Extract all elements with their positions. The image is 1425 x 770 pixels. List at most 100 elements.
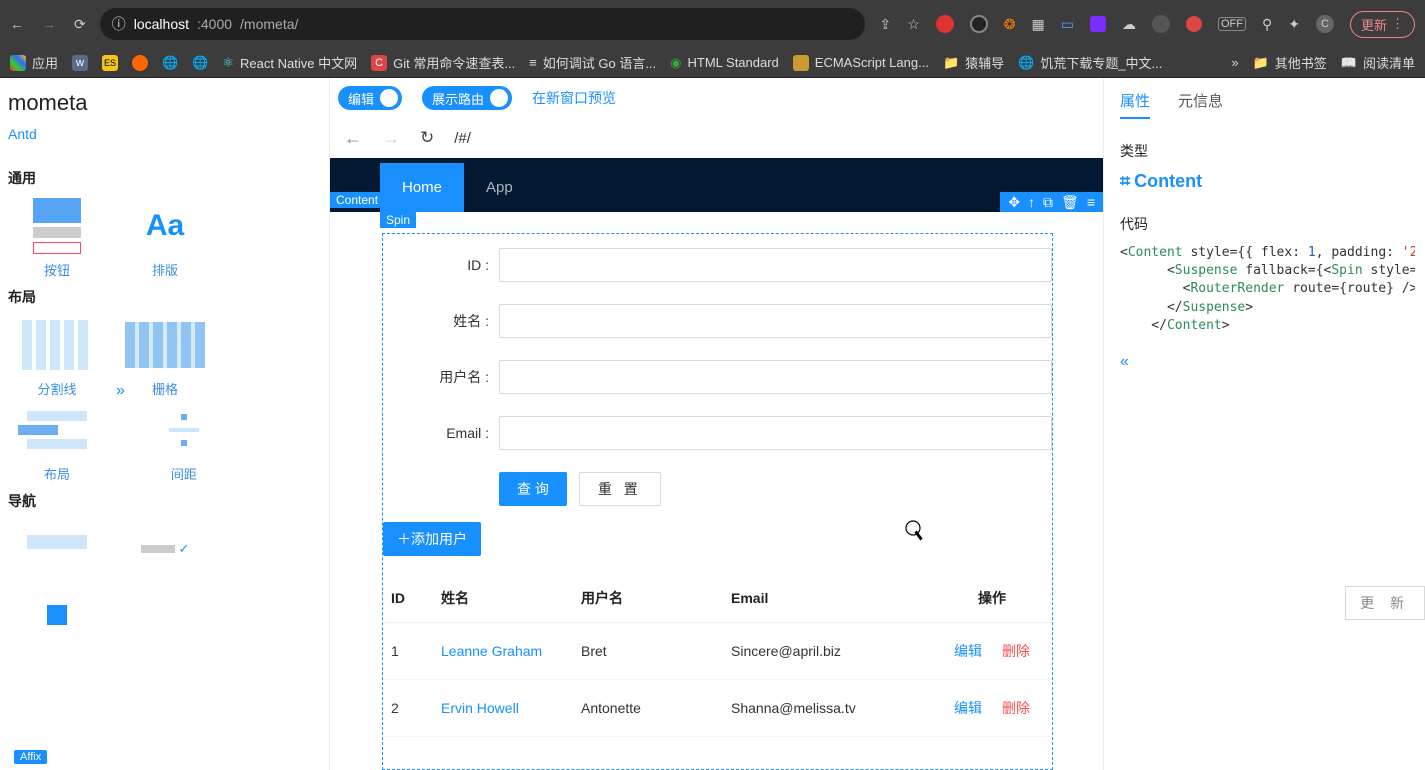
ext-icon-10[interactable]: OFF	[1218, 17, 1246, 31]
overlay-menu-icon[interactable]: ≡	[1087, 195, 1095, 209]
ext-icon-5[interactable]: ▭	[1061, 16, 1074, 33]
ext-icon-1[interactable]	[936, 15, 954, 33]
bookmarks-bar: 应用 w ES 🌐 🌐 ⚛React Native 中文网 CGit 常用命令速…	[0, 48, 1425, 78]
bm-globe1[interactable]: 🌐	[162, 55, 178, 71]
palette-typography[interactable]: Aa 排版	[116, 198, 214, 279]
ext-icon-9[interactable]	[1186, 16, 1202, 32]
mini-url[interactable]: /#/	[454, 130, 471, 147]
cell-name-link[interactable]: Ervin Howell	[441, 700, 519, 716]
row-delete-link[interactable]: 删除	[1002, 643, 1030, 659]
inspector-tab-meta[interactable]: 元信息	[1178, 90, 1223, 119]
row-edit-link[interactable]: 编辑	[954, 700, 982, 716]
bm-git[interactable]: CGit 常用命令速查表...	[371, 53, 515, 72]
bm-readlist[interactable]: 📖 阅读清单	[1341, 53, 1415, 72]
palette-layout[interactable]: 布局	[8, 402, 106, 483]
input-email[interactable]	[499, 416, 1052, 450]
profile-avatar[interactable]: C	[1316, 15, 1334, 33]
reload-icon[interactable]: ⟳	[74, 16, 86, 33]
bm-other[interactable]: 📁 其他书签	[1253, 53, 1327, 72]
palette-more-icon[interactable]: »	[116, 382, 125, 463]
palette-nav3[interactable]	[8, 587, 106, 649]
label-name: 姓名 :	[383, 311, 499, 331]
cell-username: Antonette	[573, 680, 723, 737]
bm-apps[interactable]: 应用	[10, 53, 58, 72]
overlay-move-icon[interactable]: ✥	[1008, 195, 1020, 209]
bm-globe2[interactable]: 🌐	[192, 55, 208, 71]
ext-icon-4[interactable]: ▦	[1032, 16, 1045, 33]
palette-grid[interactable]: 栅格	[116, 317, 214, 398]
bm-react[interactable]: ⚛React Native 中文网	[222, 53, 357, 72]
row-delete-link[interactable]: 删除	[1002, 700, 1030, 716]
mini-back-icon[interactable]: ←	[344, 128, 362, 149]
nav-tab-app[interactable]: App	[464, 163, 535, 212]
overlay-delete-icon[interactable]: 🗑	[1061, 195, 1079, 209]
bm-go[interactable]: ≡如何调试 Go 语言...	[529, 53, 656, 72]
bm-more[interactable]: »	[1231, 55, 1238, 70]
row-edit-link[interactable]: 编辑	[954, 643, 982, 659]
overlay-up-icon[interactable]: ↑	[1028, 195, 1035, 209]
cell-name-link[interactable]: Leanne Graham	[441, 643, 542, 659]
toggle-route[interactable]: 展示路由	[422, 86, 512, 110]
bm-w[interactable]: w	[72, 55, 88, 71]
bm-es[interactable]: ES	[102, 55, 118, 71]
mini-browser-nav: ← → ↻ /#/	[330, 118, 1103, 158]
ext-icon-8[interactable]	[1152, 15, 1170, 33]
address-bar[interactable]: ⓘ localhost:4000/mometa/	[100, 8, 866, 40]
overlay-action-strip: ✥ ↑ ⧉ 🗑 ≡	[1000, 192, 1103, 212]
col-id: ID	[383, 574, 433, 623]
label-id: ID :	[383, 257, 499, 273]
overlay-copy-icon[interactable]: ⧉	[1043, 195, 1053, 209]
ext-icon-3[interactable]: ❂	[1004, 16, 1016, 33]
search-form: ID : 姓名 : 用户名 : Email : 查 询 重 置	[383, 234, 1052, 506]
bm-orange[interactable]	[132, 55, 148, 71]
input-username[interactable]	[499, 360, 1052, 394]
toggle-edit[interactable]: 编辑	[338, 86, 402, 110]
section-general: 通用	[8, 168, 321, 188]
cell-id: 2	[383, 680, 433, 737]
browser-update-button[interactable]: 更新 ⋮	[1350, 11, 1415, 38]
bm-yuan[interactable]: 📁 猿辅导	[943, 53, 1004, 72]
inspector-panel: 属性 元信息 类型 ⌗Content 代码 <Content style={{ …	[1103, 78, 1425, 770]
extensions-icon[interactable]: ✦	[1288, 16, 1300, 33]
cell-username: Bret	[573, 623, 723, 680]
inspector-tab-attr[interactable]: 属性	[1120, 90, 1150, 119]
reset-button[interactable]: 重 置	[579, 472, 661, 506]
forward-icon[interactable]: →	[42, 16, 56, 32]
bm-dl[interactable]: 🌐 饥荒下载专题_中文...	[1018, 53, 1162, 72]
cell-email: Sincere@april.biz	[723, 623, 932, 680]
add-user-button[interactable]: ＋添加用户	[383, 522, 481, 556]
mini-forward-icon[interactable]: →	[382, 128, 400, 149]
palette-button[interactable]: 按钮	[8, 198, 106, 279]
ext-icon-6[interactable]	[1090, 16, 1106, 32]
collapse-panel-icon[interactable]: «	[1120, 353, 1415, 371]
palette-divider[interactable]: 分割线	[8, 317, 106, 398]
ext-icon-2[interactable]	[970, 15, 988, 33]
bm-html[interactable]: ◉HTML Standard	[670, 55, 779, 71]
inspector-update-button[interactable]: 更 新	[1345, 586, 1425, 620]
app-toolbar: 编辑 展示路由 在新窗口预览	[330, 78, 1103, 118]
palette-layout-label: 布局	[8, 464, 106, 483]
inspector-type-value: ⌗Content	[1120, 171, 1415, 192]
ext-icon-11[interactable]: ⚲	[1262, 16, 1272, 33]
open-new-window-link[interactable]: 在新窗口预览	[532, 88, 616, 108]
inspector-section-code: 代码	[1120, 214, 1415, 234]
palette-tab-antd[interactable]: Antd	[4, 126, 41, 142]
bm-ecma[interactable]: ECMAScript Lang...	[793, 55, 929, 71]
selected-content-area[interactable]: ID : 姓名 : 用户名 : Email : 查 询 重 置 ＋添加用户 ID…	[382, 233, 1053, 770]
overlay-tag-spin: Spin	[380, 212, 416, 228]
star-icon[interactable]: ☆	[907, 16, 920, 33]
share-icon[interactable]: ⇪	[879, 16, 891, 33]
ext-icon-7[interactable]: ☁	[1122, 16, 1136, 33]
palette-space[interactable]: 间距	[135, 402, 233, 483]
back-icon[interactable]: ←	[10, 16, 24, 32]
palette-nav2[interactable]: ✓	[116, 521, 214, 583]
input-name[interactable]	[499, 304, 1052, 338]
input-id[interactable]	[499, 248, 1052, 282]
palette-button-label: 按钮	[8, 260, 106, 279]
nav-tab-home[interactable]: Home	[380, 163, 464, 212]
palette-nav1[interactable]	[8, 521, 106, 583]
query-button[interactable]: 查 询	[499, 472, 567, 506]
mini-reload-icon[interactable]: ↻	[420, 128, 434, 148]
palette-divider-label: 分割线	[8, 379, 106, 398]
info-icon: ⓘ	[112, 14, 126, 34]
